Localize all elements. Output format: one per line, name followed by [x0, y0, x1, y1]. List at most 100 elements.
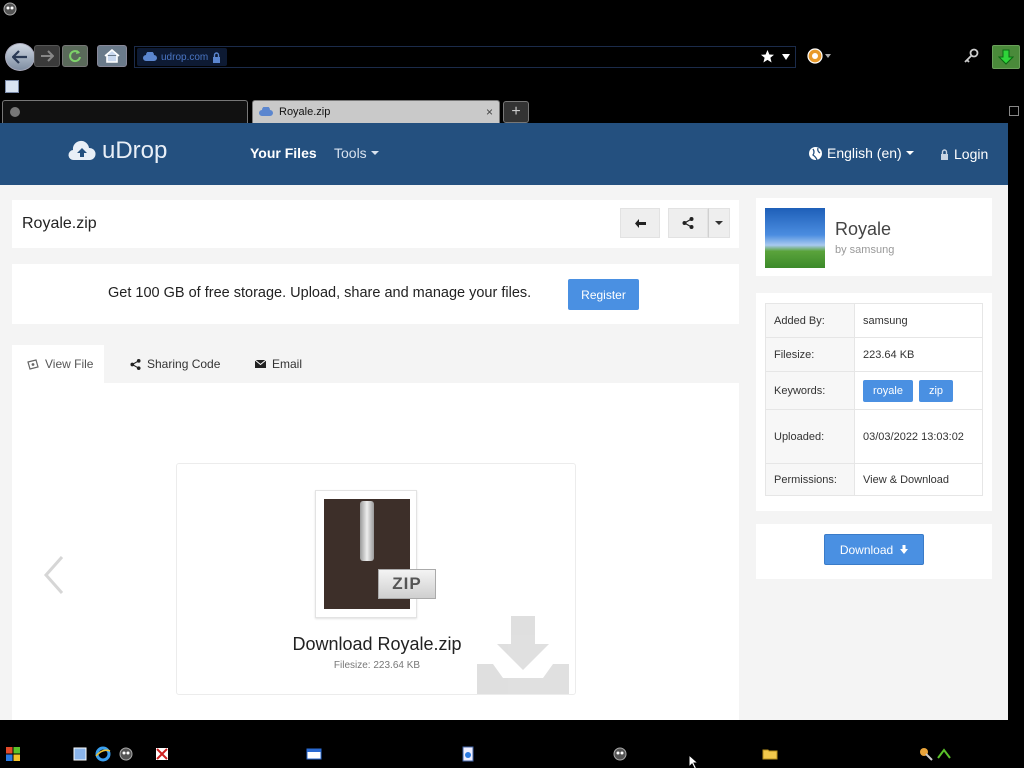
info-value: 03/03/2022 13:03:02: [854, 409, 983, 464]
page-viewport: uDrop Your Files Tools English (en) Logi…: [0, 123, 1008, 720]
media-icon[interactable]: [154, 746, 170, 762]
key-icon[interactable]: [963, 48, 979, 64]
zipper-icon: [360, 501, 374, 561]
lock-icon: [213, 51, 221, 63]
arrow-down-icon: [900, 545, 909, 554]
caret-down-icon: [905, 151, 914, 155]
app-icon[interactable]: [612, 746, 628, 762]
download-label: Download: [839, 542, 894, 557]
address-bar[interactable]: udrop.com: [134, 46, 796, 68]
downloads-button[interactable]: [992, 45, 1020, 69]
page-icon: [5, 80, 19, 93]
cloud-icon: [143, 52, 157, 61]
reload-icon: [69, 50, 81, 63]
tab-email[interactable]: Email: [255, 345, 302, 383]
site-header: uDrop Your Files Tools English (en) Logi…: [0, 123, 1008, 185]
folder-icon[interactable]: [762, 746, 778, 762]
nav-tools-label: Tools: [334, 145, 367, 161]
language-selector[interactable]: English (en): [808, 145, 914, 161]
info-key: Permissions:: [765, 463, 855, 496]
envelope-icon: [255, 360, 266, 368]
keyword-tag[interactable]: zip: [918, 379, 954, 402]
share-icon: [130, 358, 141, 370]
reload-button[interactable]: [62, 45, 88, 67]
scrollbar[interactable]: [1008, 123, 1024, 720]
site-identity[interactable]: udrop.com: [137, 48, 228, 66]
go-back-button[interactable]: [620, 208, 660, 238]
chevron-down-icon: [825, 54, 831, 58]
file-preview-area: ZIP Download Royale.zip Filesize: 223.64…: [12, 383, 739, 720]
zip-file-thumbnail: ZIP: [315, 490, 436, 618]
window-icon[interactable]: [306, 746, 322, 762]
tab-label: View File: [45, 357, 94, 371]
table-row: Added By: samsung: [765, 303, 983, 338]
tab-label: Sharing Code: [147, 357, 221, 371]
caret-down-icon: [370, 151, 379, 155]
tab-active[interactable]: Royale.zip ×: [252, 100, 500, 123]
table-row: Uploaded: 03/03/2022 13:03:02: [765, 409, 983, 464]
owner-name: Royale: [835, 219, 892, 239]
app-icon[interactable]: [118, 746, 134, 762]
info-value: 223.64 KB: [854, 337, 983, 372]
chevron-down-icon[interactable]: [781, 53, 791, 61]
close-icon[interactable]: ×: [486, 105, 493, 119]
cloud-upload-icon: [68, 140, 96, 161]
site-logo[interactable]: uDrop: [68, 137, 167, 165]
forward-button[interactable]: [34, 45, 60, 67]
share-button[interactable]: [668, 208, 708, 238]
chevron-left-icon[interactable]: [42, 555, 66, 595]
new-tab-button[interactable]: +: [503, 101, 529, 123]
nav-your-files[interactable]: Your Files: [250, 145, 317, 161]
info-value: samsung: [854, 303, 983, 338]
tab-label: Email: [272, 357, 303, 371]
bookmarks-button[interactable]: [807, 48, 831, 64]
info-value: royale zip: [854, 371, 983, 410]
keyword-tag[interactable]: royale: [863, 379, 913, 402]
cloud-icon: [259, 107, 273, 116]
tab-background[interactable]: [2, 100, 248, 123]
lock-icon: [941, 148, 948, 160]
url-domain: udrop.com: [161, 51, 209, 63]
language-label: English (en): [827, 145, 902, 161]
avatar: [765, 208, 825, 268]
mouse-cursor-icon: [688, 754, 700, 768]
owner-by: by samsung: [835, 244, 895, 256]
app-icon: [3, 2, 17, 16]
file-tabs: View File Sharing Code Email: [12, 345, 739, 383]
caret-down-icon: [715, 221, 723, 225]
share-dropdown-toggle[interactable]: [708, 208, 730, 238]
back-icon: [12, 50, 27, 64]
share-icon: [682, 217, 694, 229]
info-key: Added By:: [765, 303, 855, 338]
tab-sharing-code[interactable]: Sharing Code: [130, 345, 220, 383]
tray-arrow-icon[interactable]: [936, 746, 952, 762]
star-icon[interactable]: [760, 49, 775, 64]
download-card[interactable]: ZIP Download Royale.zip Filesize: 223.64…: [176, 463, 576, 695]
download-heading[interactable]: Download Royale.zip: [177, 634, 575, 655]
register-button[interactable]: Register: [568, 279, 639, 310]
promo-banner: Get 100 GB of free storage. Upload, shar…: [12, 264, 739, 324]
start-icon[interactable]: [5, 746, 21, 762]
arrow-left-icon: [634, 218, 646, 228]
info-key: Keywords:: [765, 371, 855, 410]
login-link[interactable]: Login: [940, 146, 988, 162]
tab-list-icon[interactable]: [1009, 106, 1019, 116]
file-info-panel: Added By: samsung Filesize: 223.64 KB Ke…: [756, 293, 992, 511]
tray-icon[interactable]: [918, 746, 934, 762]
tab-strip: Royale.zip × +: [0, 100, 1024, 123]
home-button[interactable]: [97, 45, 127, 67]
back-button[interactable]: [5, 43, 35, 71]
feed-icon: [807, 48, 823, 64]
tab-label: Royale.zip: [279, 106, 331, 118]
download-panel: Download: [756, 524, 992, 579]
download-button[interactable]: Download: [824, 534, 924, 565]
nav-tools[interactable]: Tools: [334, 145, 379, 161]
table-row: Permissions: View & Download: [765, 463, 983, 496]
network-icon[interactable]: [72, 746, 88, 762]
brand-name: uDrop: [102, 137, 168, 164]
document-icon[interactable]: [460, 746, 476, 762]
tab-view-file[interactable]: View File: [12, 345, 104, 383]
forward-icon: [41, 50, 54, 62]
browser-toolbar: udrop.com: [0, 40, 1024, 74]
browser-ie-icon[interactable]: [95, 746, 111, 762]
